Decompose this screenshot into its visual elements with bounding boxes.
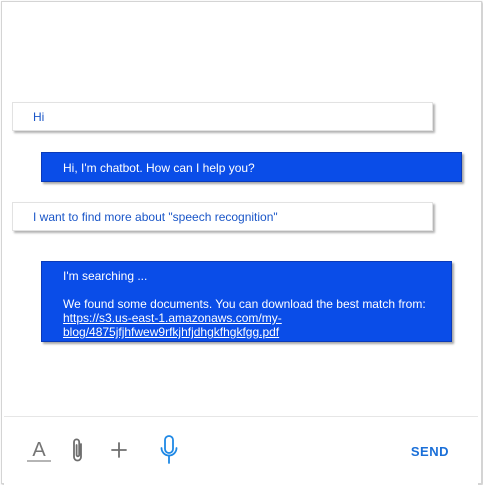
paperclip-icon[interactable] — [70, 436, 86, 464]
microphone-icon[interactable] — [159, 434, 179, 466]
user-message: Hi — [12, 102, 433, 131]
download-link[interactable]: https://s3.us-east-1.amazonaws.com/my- b… — [63, 311, 431, 339]
message-spacer — [63, 283, 431, 297]
download-link-line-1: https://s3.us-east-1.amazonaws.com/my- — [63, 311, 282, 325]
user-message: I want to find more about "speech recogn… — [12, 202, 433, 231]
message-text: I want to find more about "speech recogn… — [33, 209, 278, 224]
bot-message: Hi, I'm chatbot. How can I help you? — [41, 152, 462, 182]
message-text: We found some documents. You can downloa… — [63, 297, 426, 311]
message-text: I'm searching ... — [63, 269, 148, 283]
message-text: Hi — [33, 109, 45, 124]
download-link-line-2: blog/4875jfjhfwew9rfkjhfjdhgkfhgkfgg.pdf — [63, 325, 280, 339]
message-text: Hi, I'm chatbot. How can I help you? — [63, 161, 255, 175]
bot-message: I'm searching ... We found some document… — [41, 261, 452, 342]
text-format-icon[interactable]: A — [26, 437, 52, 465]
input-toolbar: A SEND — [4, 416, 478, 485]
chat-window: Hi Hi, I'm chatbot. How can I help you? … — [1, 1, 482, 485]
plus-icon[interactable] — [110, 441, 128, 459]
svg-text:A: A — [32, 439, 46, 461]
send-button[interactable]: SEND — [411, 444, 449, 459]
